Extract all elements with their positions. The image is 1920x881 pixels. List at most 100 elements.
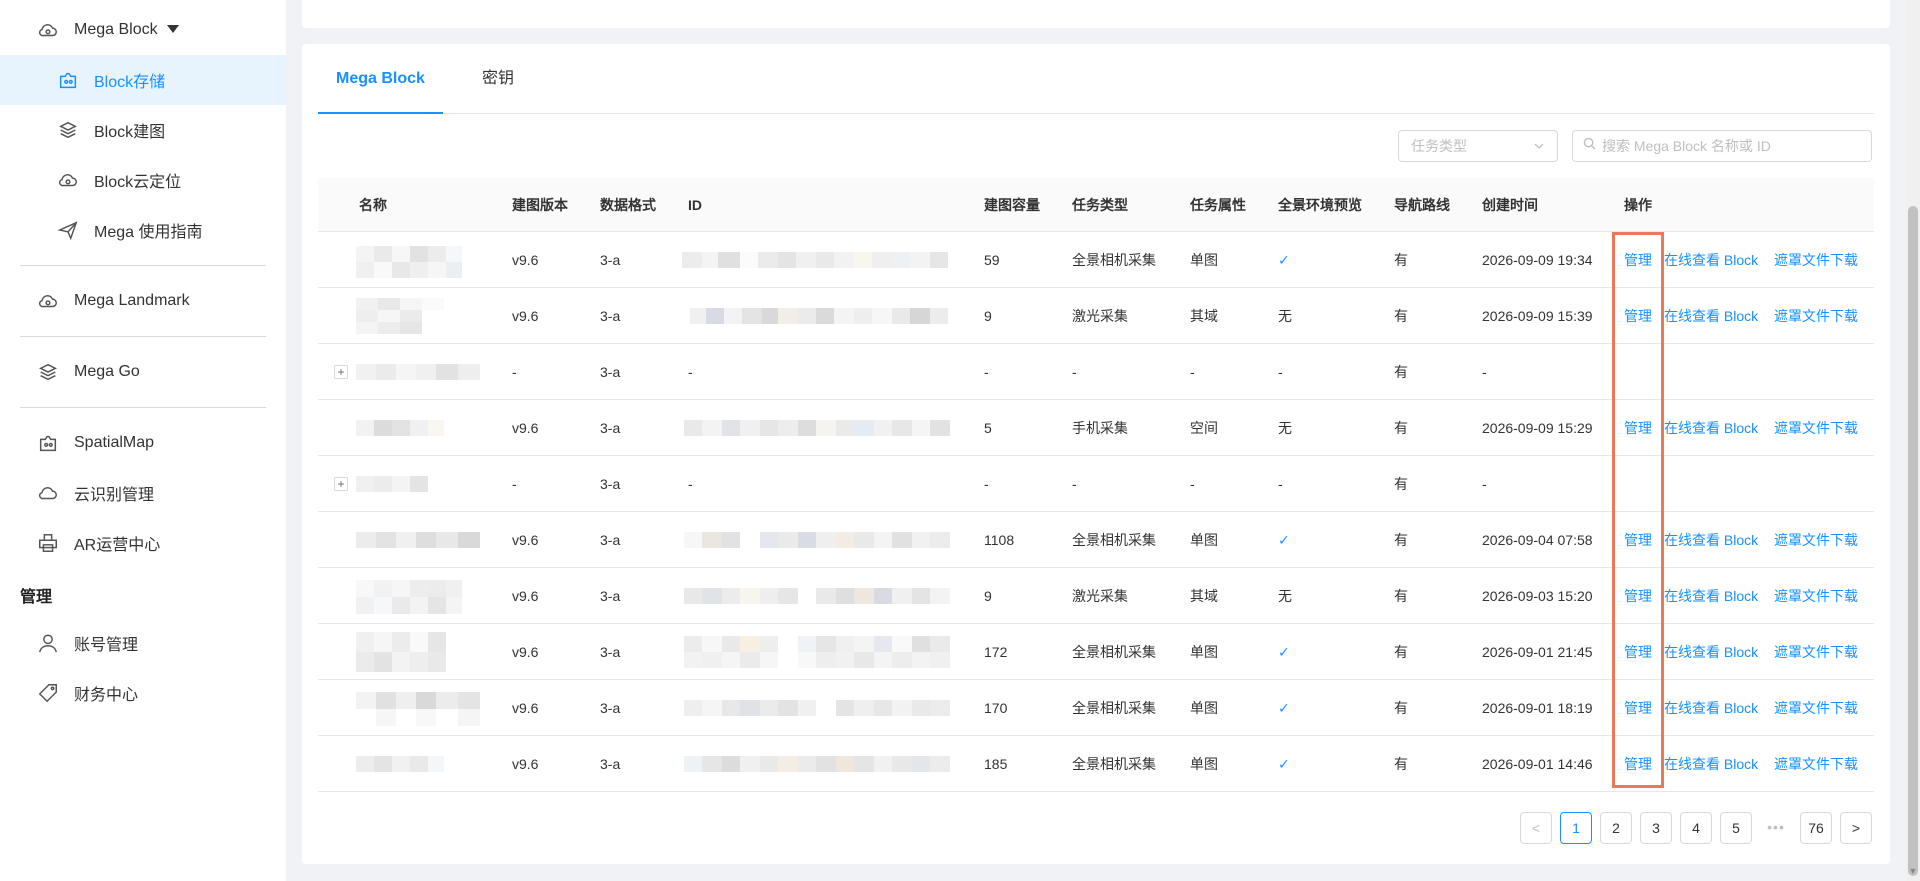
next-page-button[interactable]: > bbox=[1840, 812, 1872, 844]
cell-format: 3-a bbox=[600, 644, 621, 660]
task-type-select[interactable]: 任务类型 bbox=[1398, 130, 1558, 162]
send-icon bbox=[56, 218, 80, 242]
column-header: 导航路线 bbox=[1394, 197, 1450, 213]
view-block-link[interactable]: 在线查看 Block bbox=[1664, 400, 1758, 456]
download-mask-link[interactable]: 遮罩文件下载 bbox=[1774, 568, 1858, 624]
sidebar-item-mega-block[interactable]: Mega Block bbox=[0, 5, 286, 55]
view-block-link[interactable]: 在线查看 Block bbox=[1664, 680, 1758, 736]
manage-link[interactable]: 管理 bbox=[1624, 568, 1652, 624]
manage-link[interactable]: 管理 bbox=[1624, 736, 1652, 792]
blurred-id bbox=[690, 308, 956, 324]
sidebar-item-block-mapping[interactable]: Block建图 bbox=[0, 105, 286, 155]
sidebar-item-account[interactable]: 账号管理 bbox=[0, 618, 286, 668]
sidebar-item-mega-guide[interactable]: Mega 使用指南 bbox=[0, 205, 286, 255]
main-panel: Mega Block 密钥 任务类型 名称 建图版本 数据格式 ID 建图容量 … bbox=[302, 44, 1890, 864]
cell-pano: 无 bbox=[1278, 308, 1292, 324]
cell-task-type: 全景相机采集 bbox=[1072, 252, 1156, 268]
download-mask-link[interactable]: 遮罩文件下载 bbox=[1774, 680, 1858, 736]
manage-link[interactable]: 管理 bbox=[1624, 288, 1652, 344]
sidebar-item-mega-landmark[interactable]: Mega Landmark bbox=[0, 276, 286, 326]
blurred-id bbox=[684, 532, 950, 548]
sidebar-item-cloud-recognition[interactable]: 云识别管理 bbox=[0, 468, 286, 518]
cell-format: 3-a bbox=[600, 476, 621, 492]
download-mask-link[interactable]: 遮罩文件下载 bbox=[1774, 736, 1858, 792]
block-storage-icon bbox=[56, 68, 80, 92]
table-row: v9.6 3-a 185 全景相机采集 单图 ✓ 有 2026-09-01 14… bbox=[318, 736, 1874, 792]
cell-id: - bbox=[688, 476, 693, 492]
expand-toggle[interactable]: + bbox=[334, 365, 348, 379]
manage-link[interactable]: 管理 bbox=[1624, 680, 1652, 736]
blurred-id bbox=[684, 756, 950, 772]
cell-capacity: - bbox=[984, 476, 989, 492]
cell-task-type: 全景相机采集 bbox=[1072, 644, 1156, 660]
cell-capacity: 185 bbox=[984, 756, 1008, 772]
blurred-name bbox=[356, 364, 480, 380]
search-box[interactable] bbox=[1572, 130, 1872, 162]
cloud-outline-icon bbox=[36, 481, 60, 505]
blurred-name bbox=[356, 420, 444, 436]
manage-link[interactable]: 管理 bbox=[1624, 512, 1652, 568]
table-row: v9.6 3-a 9 激光采集 其域 无 有 2026-09-09 15:39 … bbox=[318, 288, 1874, 344]
tab-keys[interactable]: 密钥 bbox=[482, 44, 514, 114]
manage-link[interactable]: 管理 bbox=[1624, 624, 1652, 680]
spatial-icon bbox=[36, 431, 60, 455]
sidebar-item-label: Mega Block bbox=[74, 21, 158, 38]
view-block-link[interactable]: 在线查看 Block bbox=[1664, 736, 1758, 792]
download-mask-link[interactable]: 遮罩文件下载 bbox=[1774, 232, 1858, 288]
cell-nav: 有 bbox=[1394, 476, 1408, 492]
cell-task-attr: 其域 bbox=[1190, 308, 1218, 324]
sidebar-item-label: SpatialMap bbox=[74, 434, 155, 451]
scrollbar-thumb[interactable] bbox=[1908, 206, 1918, 876]
cell-task-attr: 单图 bbox=[1190, 756, 1218, 772]
download-mask-link[interactable]: 遮罩文件下载 bbox=[1774, 288, 1858, 344]
cell-capacity: 5 bbox=[984, 420, 992, 436]
cell-format: 3-a bbox=[600, 532, 621, 548]
cell-format: 3-a bbox=[600, 756, 621, 772]
sidebar-item-finance[interactable]: 财务中心 bbox=[0, 668, 286, 718]
download-mask-link[interactable]: 遮罩文件下载 bbox=[1774, 400, 1858, 456]
blurred-name bbox=[356, 692, 480, 726]
page-button-5[interactable]: 5 bbox=[1720, 812, 1752, 844]
cell-version: v9.6 bbox=[512, 420, 539, 436]
page-button-last[interactable]: 76 bbox=[1800, 812, 1832, 844]
page-button-1[interactable]: 1 bbox=[1560, 812, 1592, 844]
cell-task-attr: - bbox=[1190, 364, 1195, 380]
search-input[interactable] bbox=[1602, 138, 1862, 154]
sidebar: Mega Block Block存储 Block建图 Block云定位 Mega… bbox=[0, 0, 286, 881]
cell-pano: 无 bbox=[1278, 588, 1292, 604]
caret-down-icon bbox=[166, 21, 180, 39]
cell-task-type: - bbox=[1072, 476, 1077, 492]
sidebar-item-label: Mega 使用指南 bbox=[94, 224, 203, 241]
cell-capacity: 9 bbox=[984, 308, 992, 324]
tab-mega-block[interactable]: Mega Block bbox=[318, 44, 443, 114]
download-mask-link[interactable]: 遮罩文件下载 bbox=[1774, 624, 1858, 680]
sidebar-item-block-storage[interactable]: Block存储 bbox=[0, 55, 286, 105]
sidebar-item-block-cloud-locate[interactable]: Block云定位 bbox=[0, 155, 286, 205]
page-button-4[interactable]: 4 bbox=[1680, 812, 1712, 844]
cell-nav: 有 bbox=[1394, 700, 1408, 716]
blurred-id bbox=[684, 588, 950, 604]
manage-link[interactable]: 管理 bbox=[1624, 400, 1652, 456]
page-button-3[interactable]: 3 bbox=[1640, 812, 1672, 844]
view-block-link[interactable]: 在线查看 Block bbox=[1664, 232, 1758, 288]
sidebar-item-spatialmap[interactable]: SpatialMap bbox=[0, 418, 286, 468]
check-icon: ✓ bbox=[1278, 644, 1290, 660]
scroll-down-arrow-icon[interactable]: ▼ bbox=[1908, 866, 1918, 878]
prev-page-button[interactable]: < bbox=[1520, 812, 1552, 844]
view-block-link[interactable]: 在线查看 Block bbox=[1664, 288, 1758, 344]
view-block-link[interactable]: 在线查看 Block bbox=[1664, 624, 1758, 680]
download-mask-link[interactable]: 遮罩文件下载 bbox=[1774, 512, 1858, 568]
sidebar-item-mega-go[interactable]: Mega Go bbox=[0, 347, 286, 397]
sidebar-item-label: Block存储 bbox=[94, 74, 166, 91]
pagination-ellipsis[interactable]: ••• bbox=[1760, 812, 1792, 844]
manage-link[interactable]: 管理 bbox=[1624, 232, 1652, 288]
cell-format: 3-a bbox=[600, 308, 621, 324]
sidebar-item-ar-ops[interactable]: AR运营中心 bbox=[0, 518, 286, 568]
view-block-link[interactable]: 在线查看 Block bbox=[1664, 568, 1758, 624]
blurred-name bbox=[356, 632, 462, 672]
printer-icon bbox=[36, 531, 60, 555]
cell-id: - bbox=[688, 364, 693, 380]
page-button-2[interactable]: 2 bbox=[1600, 812, 1632, 844]
expand-toggle[interactable]: + bbox=[334, 477, 348, 491]
view-block-link[interactable]: 在线查看 Block bbox=[1664, 512, 1758, 568]
